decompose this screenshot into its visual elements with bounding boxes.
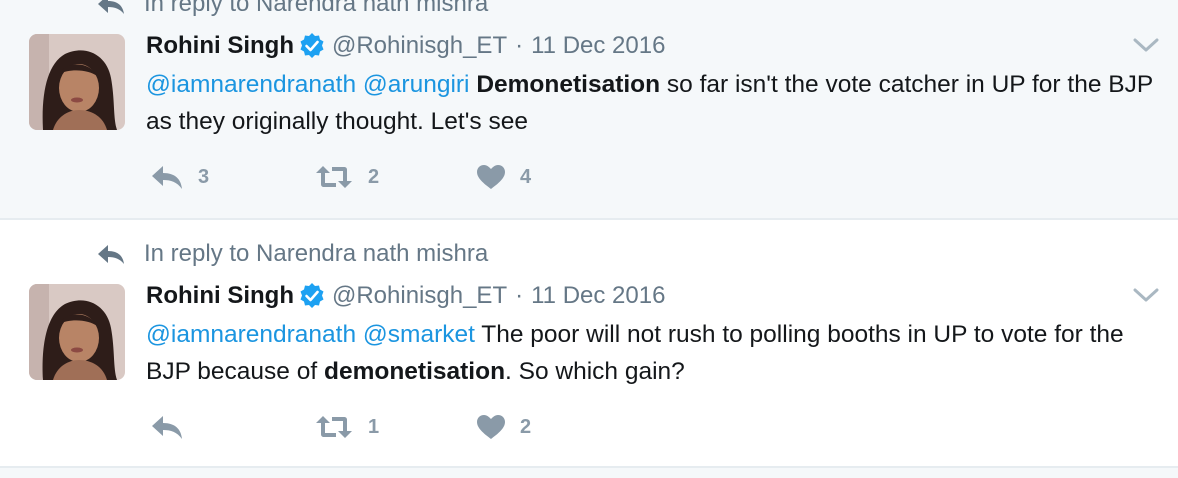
like-count: 2 [520,415,532,438]
tweet-actions: 1 2 [150,414,576,440]
reply-arrow-icon [98,245,124,264]
separator: · [515,282,524,309]
tweet-text: @iamnarendranath @smarket The poor will … [146,316,1156,390]
mention-link[interactable]: @iamnarendranath [146,71,356,98]
mention-link[interactable]: @iamnarendranath [146,321,356,348]
reply-context[interactable]: In reply to Narendra nath mishra [96,240,488,268]
like-count: 4 [520,165,532,188]
mention-link[interactable]: @smarket [363,321,475,348]
text-segment: . So which gain? [505,358,685,385]
tweet[interactable]: In reply to Narendra nath mishra Rohini … [0,220,1178,466]
heart-icon [477,415,505,439]
tweet-header: Rohini Singh @Rohinisgh_ET · 11 Dec 2016 [146,282,665,310]
reply-context-text: In reply to Narendra nath mishra [144,240,489,267]
text-segment-bold: Demonetisation [476,71,661,98]
chevron-down-icon[interactable] [1132,36,1160,54]
reply-count: 3 [198,165,210,188]
tweet[interactable]: In reply to Narendra nath mishra Rohini … [0,0,1178,218]
reply-context-text: In reply to Narendra nath mishra [144,0,489,17]
reply-button[interactable] [150,414,314,440]
reply-arrow-icon [98,0,124,14]
next-tweet-edge [0,468,1178,478]
tweet-date[interactable]: 11 Dec 2016 [531,32,665,60]
retweet-count: 2 [368,165,380,188]
retweet-count: 1 [368,415,380,438]
author-handle[interactable]: @Rohinisgh_ET [332,282,507,310]
like-button[interactable]: 2 [476,414,576,440]
retweet-button[interactable]: 2 [314,164,476,190]
author-name[interactable]: Rohini Singh [146,282,294,310]
author-handle[interactable]: @Rohinisgh_ET [332,32,507,60]
tweet-text: @iamnarendranath @arungiri Demonetisatio… [146,66,1156,140]
verified-badge-icon [300,283,324,308]
tweet-header: Rohini Singh @Rohinisgh_ET · 11 Dec 2016 [146,32,665,60]
avatar-image [29,34,125,130]
tweet-date[interactable]: 11 Dec 2016 [531,282,665,310]
avatar[interactable] [29,34,125,130]
avatar-image [29,284,125,380]
reply-icon [152,166,182,189]
separator: · [515,32,524,59]
text-segment [356,71,363,98]
text-segment [356,321,363,348]
author-name[interactable]: Rohini Singh [146,32,294,60]
mention-link[interactable]: @arungiri [363,71,470,98]
chevron-down-icon[interactable] [1132,286,1160,304]
verified-badge-icon [300,33,324,58]
heart-icon [477,165,505,189]
reply-context[interactable]: In reply to Narendra nath mishra [96,0,488,18]
retweet-icon [316,416,352,438]
reply-icon [152,416,182,439]
tweet-actions: 3 2 4 [150,164,576,190]
avatar[interactable] [29,284,125,380]
like-button[interactable]: 4 [476,164,576,190]
text-segment-bold: demonetisation [323,358,506,385]
reply-button[interactable]: 3 [150,164,314,190]
retweet-button[interactable]: 1 [314,414,476,440]
retweet-icon [316,166,352,188]
